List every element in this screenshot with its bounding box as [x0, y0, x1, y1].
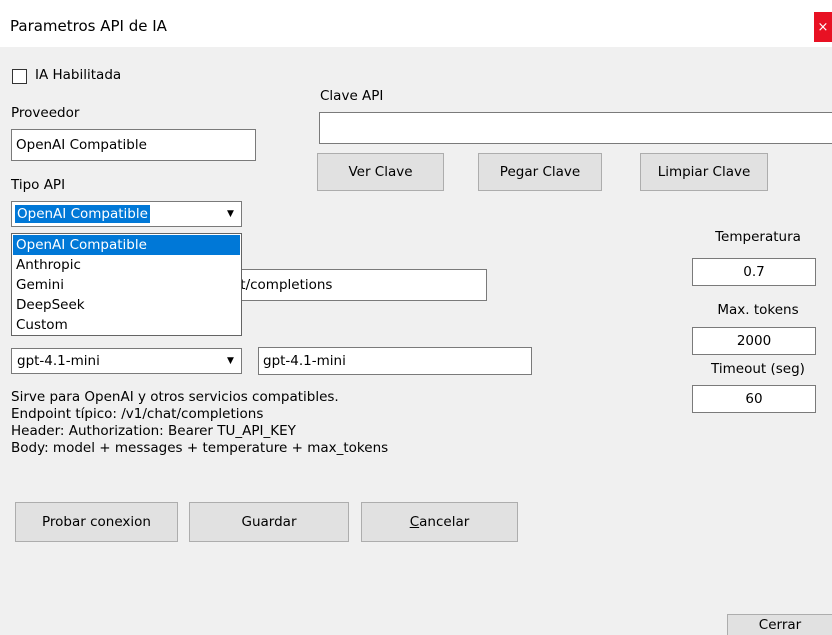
- ia-enabled-label: IA Habilitada: [35, 67, 122, 83]
- timeout-label: Timeout (seg): [711, 361, 805, 377]
- info-line: Body: model + messages + temperature + m…: [11, 440, 389, 456]
- temperature-input[interactable]: 0.7: [692, 258, 816, 286]
- api-type-option[interactable]: OpenAI Compatible: [13, 235, 240, 255]
- api-key-label: Clave API: [320, 88, 384, 104]
- chevron-down-icon[interactable]: ▼: [222, 204, 239, 224]
- api-type-option[interactable]: Custom: [13, 315, 240, 335]
- temperature-label: Temperatura: [715, 229, 801, 245]
- model-input-value: gpt-4.1-mini: [263, 353, 346, 369]
- endpoint-input-value: at/completions: [232, 277, 333, 293]
- test-connection-button[interactable]: Probar conexion: [15, 502, 178, 542]
- model-selected: gpt-4.1-mini: [17, 353, 100, 369]
- window-title: Parametros API de IA: [10, 17, 167, 35]
- api-type-dropdown-list: OpenAI Compatible Anthropic Gemini DeepS…: [11, 233, 242, 336]
- info-line: Endpoint típico: /v1/chat/completions: [11, 406, 264, 422]
- temperature-value: 0.7: [743, 264, 765, 280]
- max-tokens-value: 2000: [736, 333, 772, 349]
- info-line: Sirve para OpenAI y otros servicios comp…: [11, 389, 339, 405]
- api-type-option[interactable]: DeepSeek: [13, 295, 240, 315]
- info-line: Header: Authorization: Bearer TU_API_KEY: [11, 423, 296, 439]
- cancel-label-rest: ancelar: [419, 514, 470, 530]
- api-type-selected: OpenAI Compatible: [15, 205, 150, 223]
- provider-input-value: OpenAI Compatible: [16, 137, 147, 153]
- close-window-button[interactable]: ×: [814, 12, 832, 42]
- api-type-select[interactable]: OpenAI Compatible ▼: [11, 201, 242, 227]
- timeout-value: 60: [745, 391, 763, 407]
- api-type-option[interactable]: Anthropic: [13, 255, 240, 275]
- provider-label: Proveedor: [11, 105, 80, 121]
- max-tokens-label: Max. tokens: [717, 302, 799, 318]
- cancel-button[interactable]: Cancelar: [361, 502, 518, 542]
- save-button[interactable]: Guardar: [189, 502, 349, 542]
- api-type-option[interactable]: Gemini: [13, 275, 240, 295]
- max-tokens-input[interactable]: 2000: [692, 327, 816, 355]
- model-input[interactable]: gpt-4.1-mini: [258, 347, 532, 375]
- provider-input[interactable]: OpenAI Compatible: [11, 129, 256, 161]
- paste-key-button[interactable]: Pegar Clave: [478, 153, 602, 191]
- chevron-down-icon[interactable]: ▼: [222, 351, 239, 371]
- api-key-input[interactable]: [319, 112, 832, 144]
- api-type-label: Tipo API: [11, 177, 66, 193]
- timeout-input[interactable]: 60: [692, 385, 816, 413]
- model-select[interactable]: gpt-4.1-mini ▼: [11, 348, 242, 374]
- cancel-access-key: C: [409, 514, 420, 530]
- endpoint-input[interactable]: at/completions: [221, 269, 487, 301]
- close-button[interactable]: Cerrar: [727, 614, 832, 635]
- show-key-button[interactable]: Ver Clave: [317, 153, 444, 191]
- close-icon: ×: [817, 19, 829, 35]
- clear-key-button[interactable]: Limpiar Clave: [640, 153, 768, 191]
- ia-enabled-checkbox[interactable]: [12, 69, 27, 84]
